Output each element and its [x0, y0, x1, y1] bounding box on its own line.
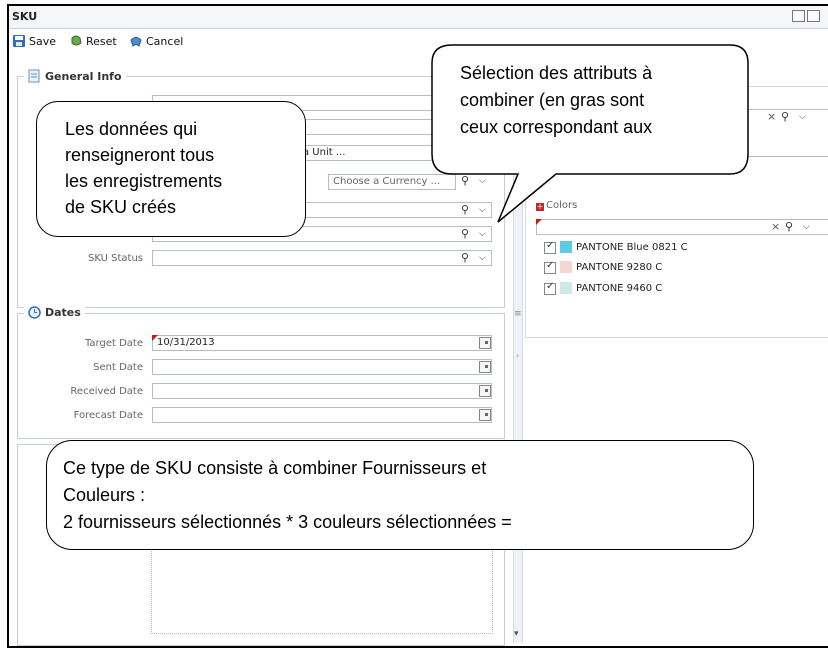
received-date-label: Received Date	[70, 386, 143, 397]
cancel-icon	[130, 37, 142, 47]
sku-status-label: SKU Status	[88, 253, 143, 264]
callout-data-fields: Les données qui renseigneront tous les e…	[36, 101, 306, 237]
suppliers-dropdown-icon[interactable]: ⌵	[799, 112, 806, 122]
cancel-button[interactable]: Cancel	[129, 34, 183, 48]
window-title: SKU	[12, 10, 38, 23]
callout-top-line-2: combiner (en gras sont	[460, 90, 645, 110]
sku-status-dropdown-icon[interactable]: ⌵	[479, 253, 486, 263]
splitter-grip-icon: ≡	[514, 309, 522, 319]
dates-title: Dates	[45, 306, 81, 319]
scroll-down-icon[interactable]: ▾	[514, 629, 519, 639]
save-button[interactable]: Save	[12, 34, 56, 48]
target-date-input[interactable]: 10/31/2013	[152, 335, 492, 351]
sku-status-search-icon[interactable]: ⚲	[461, 251, 469, 264]
color-swatch-1	[560, 241, 572, 253]
general-info-legend: General Info	[24, 69, 126, 83]
color-swatch-2	[560, 261, 572, 273]
currency-placeholder: Choose a Currency ...	[333, 176, 441, 187]
maximize-button[interactable]	[792, 10, 805, 22]
color-label-2: PANTONE 9280 C	[576, 262, 663, 273]
cancel-label: Cancel	[146, 35, 184, 48]
color-checkbox-1[interactable]	[544, 240, 556, 254]
target-date-label: Target Date	[84, 338, 143, 349]
save-label: Save	[29, 35, 57, 48]
sent-date-calendar-icon[interactable]	[479, 361, 491, 373]
sent-date-label: Sent Date	[93, 362, 143, 373]
dates-legend: Dates	[24, 306, 85, 319]
unit-placeholder: a Unit ...	[303, 147, 346, 158]
general-info-title: General Info	[45, 70, 122, 83]
splitter-arrow-icon: ›	[516, 351, 520, 360]
colors-clear-icon[interactable]: ×	[771, 220, 780, 233]
colors-search-icon[interactable]: ⚲	[785, 220, 793, 233]
callout-attributes: Sélection des attributs à combiner (en g…	[460, 60, 746, 160]
reset-button[interactable]: Reset	[69, 34, 117, 48]
colors-dropdown-icon[interactable]: ⌵	[803, 222, 810, 232]
callout-left-line-2: renseigneront tous	[65, 145, 215, 165]
suppliers-clear-icon[interactable]: ×	[767, 110, 776, 123]
callout-top-line-1: Sélection des attributs à	[460, 63, 653, 83]
target-date-calendar-icon[interactable]	[479, 337, 491, 349]
forecast-date-calendar-icon[interactable]	[479, 409, 491, 421]
forecast-date-input[interactable]	[152, 407, 492, 423]
color-checkbox-3[interactable]	[544, 281, 556, 295]
color-label-1: PANTONE Blue 0821 C	[576, 242, 688, 253]
dates-section: Dates Target Date 10/31/2013 Sent Date R…	[17, 306, 505, 439]
callout-bottom-line-2: Couleurs :	[63, 485, 146, 505]
sku-status-select[interactable]	[152, 250, 492, 266]
window-titlebar: SKU	[9, 6, 828, 29]
callout-bottom-line-1: Ce type de SKU consiste à combiner Fourn…	[63, 458, 487, 478]
callout-left-line-1: Les données qui	[65, 119, 198, 139]
description-textarea[interactable]	[151, 538, 493, 634]
reset-label: Reset	[86, 35, 117, 48]
reset-icon	[71, 35, 82, 46]
close-button[interactable]	[807, 10, 820, 22]
callout-bottom-line-3: 2 fournisseurs sélectionnés * 3 couleurs…	[63, 512, 512, 532]
clock-icon	[28, 306, 41, 319]
document-icon	[28, 69, 40, 83]
save-icon	[13, 35, 25, 47]
callout-combination: Ce type de SKU consiste à combiner Fourn…	[46, 440, 754, 550]
color-label-3: PANTONE 9460 C	[576, 283, 663, 294]
callout-top-line-3: ceux correspondant aux	[460, 117, 653, 137]
forecast-date-label: Forecast Date	[73, 410, 143, 421]
color-checkbox-2[interactable]	[544, 260, 556, 274]
sent-date-input[interactable]	[152, 359, 492, 375]
callout-left-line-4: de SKU créés	[65, 197, 177, 217]
color-swatch-3	[560, 282, 572, 294]
received-date-input[interactable]	[152, 383, 492, 399]
received-date-calendar-icon[interactable]	[479, 385, 491, 397]
callout-left-line-3: les enregistrements	[65, 171, 223, 191]
target-date-value: 10/31/2013	[157, 337, 215, 348]
suppliers-search-icon[interactable]: ⚲	[781, 110, 789, 123]
